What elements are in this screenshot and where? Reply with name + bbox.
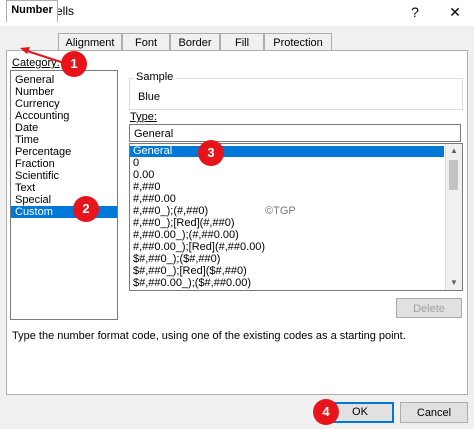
step-badge-1: 1 [61,51,87,77]
step-badge-2: 2 [73,196,99,222]
step-badge-4: 4 [313,399,339,425]
step-badge-3: 3 [198,140,224,166]
